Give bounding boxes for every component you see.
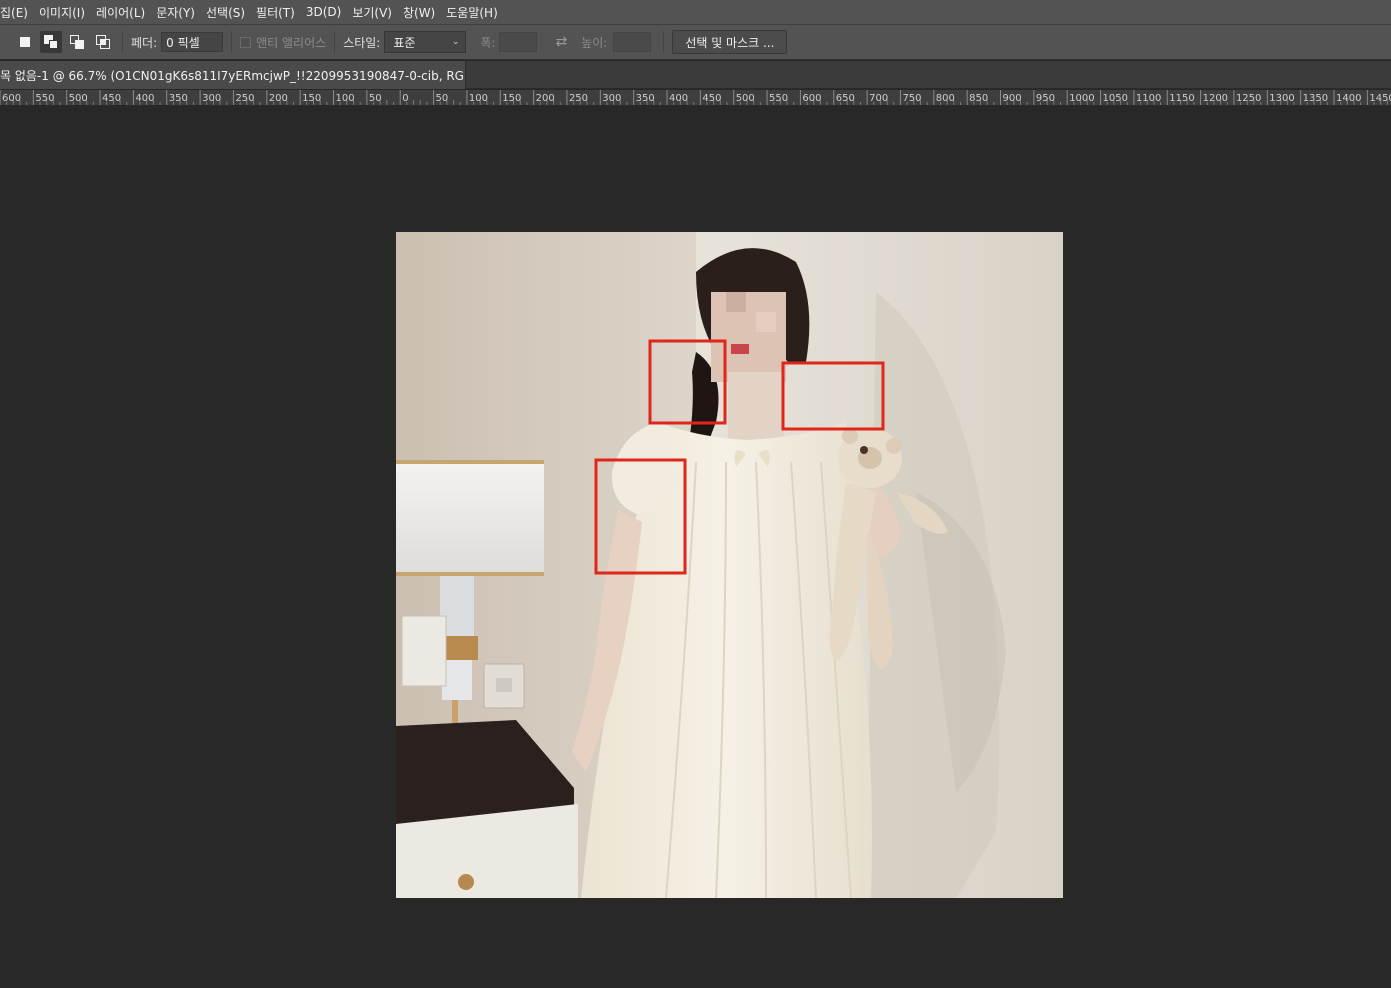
ruler-label: 1450 <box>1369 93 1391 104</box>
separator <box>122 31 123 53</box>
ruler-label: 700 <box>869 93 888 104</box>
ruler-label: 0 <box>402 93 408 104</box>
style-dropdown[interactable]: 표준 ⌄ <box>384 31 467 53</box>
menu-bar: 집(E) 이미지(I) 레이어(L) 문자(Y) 선택(S) 필터(T) 3D(D) 보기(V… <box>0 0 1391 24</box>
ruler-label: 300 <box>602 93 621 104</box>
ruler-label: 550 <box>35 93 54 104</box>
ruler-label: 600 <box>2 93 21 104</box>
ruler-label: 1100 <box>1136 93 1161 104</box>
ruler-label: 50 <box>369 93 382 104</box>
subtract-selection-icon <box>70 35 84 49</box>
intersect-selection-mode-button[interactable] <box>92 31 114 53</box>
menu-item[interactable]: 보기(V) <box>347 4 398 21</box>
add-selection-icon <box>44 35 58 49</box>
ruler-label: 1150 <box>1169 93 1194 104</box>
feather-input[interactable]: 0 픽셀 <box>161 32 224 52</box>
feather-label: 페더: <box>131 35 158 50</box>
ruler-label: 1200 <box>1203 93 1228 104</box>
ruler-label: 100 <box>469 93 488 104</box>
ruler-label: 600 <box>802 93 821 104</box>
subtract-selection-mode-button[interactable] <box>66 31 88 53</box>
ruler-label: 150 <box>302 93 321 104</box>
menu-item[interactable]: 집(E) <box>0 4 34 21</box>
select-and-mask-button[interactable]: 선택 및 마스크 ... <box>672 30 788 54</box>
ruler-label: 1050 <box>1103 93 1128 104</box>
ruler-label: 400 <box>669 93 688 104</box>
ruler-ticks: 600 550 500 450 400 350 300 250 200 150 100 50 0 50 10… <box>0 90 1391 105</box>
menu-item[interactable]: 도움말(H) <box>441 4 504 21</box>
ruler-label: 1250 <box>1236 93 1261 104</box>
intersect-selection-icon <box>96 35 110 49</box>
ruler-label: 1350 <box>1303 93 1328 104</box>
options-bar: 페더: 0 픽셀 앤티 앨리어스 스타일: 표준 ⌄ 폭: ⇄ 높이: 선택 및… <box>0 24 1391 60</box>
ruler-label: 350 <box>636 93 655 104</box>
ruler-label: 100 <box>336 93 355 104</box>
antialias-checkbox[interactable] <box>240 36 252 48</box>
menu-item[interactable]: 이미지(I) <box>34 4 91 21</box>
ruler-label: 150 <box>502 93 521 104</box>
ruler-label: 250 <box>235 93 254 104</box>
ruler-label: 1400 <box>1336 93 1361 104</box>
workspace[interactable] <box>0 107 1391 988</box>
separator <box>231 31 233 53</box>
width-input[interactable] <box>499 32 538 52</box>
ruler-label: 200 <box>269 93 288 104</box>
document-title: 목 없음-1 @ 66.7% (O1CN01gK6s811I7yERmcjwP_… <box>0 68 466 83</box>
ruler-label: 750 <box>902 93 921 104</box>
ruler-label: 650 <box>836 93 855 104</box>
height-label: 높이: <box>581 35 608 50</box>
new-selection-icon <box>18 35 32 49</box>
menu-item[interactable]: 선택(S) <box>201 4 251 21</box>
canvas-photo <box>396 232 1063 898</box>
ruler-label: 550 <box>769 93 788 104</box>
separator <box>334 31 336 53</box>
ruler-label: 950 <box>1036 93 1055 104</box>
ruler-label: 900 <box>1003 93 1022 104</box>
ruler-label: 350 <box>169 93 188 104</box>
swap-dimensions-icon[interactable]: ⇄ <box>555 34 567 50</box>
menu-item[interactable]: 문자(Y) <box>151 4 201 21</box>
document-tab-strip: 목 없음-1 @ 66.7% (O1CN01gK6s811I7yERmcjwP_… <box>0 61 1391 89</box>
style-value: 표준 <box>393 35 416 50</box>
style-label: 스타일: <box>343 35 381 50</box>
menu-item[interactable]: 3D(D) <box>301 5 347 19</box>
ruler-label: 450 <box>102 93 121 104</box>
ruler-label: 450 <box>702 93 721 104</box>
ruler-label: 300 <box>202 93 221 104</box>
width-label: 폭: <box>480 35 496 50</box>
separator <box>663 31 665 53</box>
ruler-label: 1300 <box>1269 93 1294 104</box>
chevron-down-icon: ⌄ <box>451 37 460 47</box>
ruler-label: 200 <box>536 93 555 104</box>
ruler-label: 400 <box>135 93 154 104</box>
add-to-selection-mode-button[interactable] <box>40 31 62 53</box>
document-tab[interactable]: 목 없음-1 @ 66.7% (O1CN01gK6s811I7yERmcjwP_… <box>0 61 466 89</box>
document-canvas[interactable] <box>396 232 1063 898</box>
menu-item[interactable]: 레이어(L) <box>91 4 151 21</box>
ruler-label: 500 <box>69 93 88 104</box>
horizontal-ruler[interactable]: 600 550 500 450 400 350 300 250 200 150 100 50 0 50 10… <box>0 90 1391 106</box>
ruler-label: 800 <box>936 93 955 104</box>
antialias-label: 앤티 앨리어스 <box>256 35 327 50</box>
new-selection-mode-button[interactable] <box>14 31 36 53</box>
ruler-label: 500 <box>736 93 755 104</box>
ruler-label: 1000 <box>1069 93 1094 104</box>
ruler-label: 250 <box>569 93 588 104</box>
menu-item[interactable]: 필터(T) <box>251 4 301 21</box>
menu-item[interactable]: 창(W) <box>398 4 441 21</box>
ruler-label: 50 <box>436 93 449 104</box>
height-input[interactable] <box>613 32 652 52</box>
ruler-label: 850 <box>969 93 988 104</box>
